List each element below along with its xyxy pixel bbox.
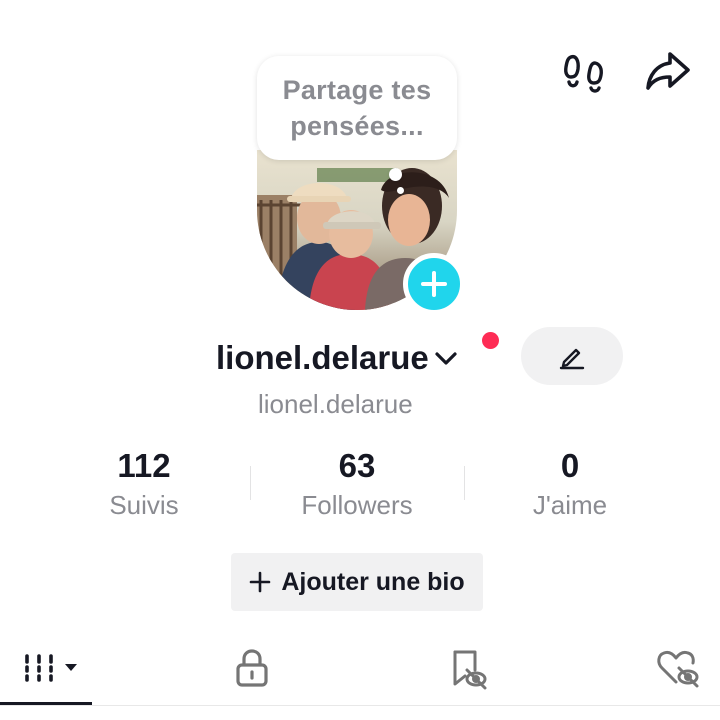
stat-followers[interactable]: 63 Followers xyxy=(267,446,447,523)
thought-bubble[interactable]: Partage tes pensées... xyxy=(257,56,457,160)
stat-likes[interactable]: 0 J'aime xyxy=(480,446,660,523)
thought-bubble-dot-small xyxy=(397,187,404,194)
notification-dot xyxy=(482,332,499,349)
chevron-down-icon xyxy=(433,345,459,371)
stat-divider xyxy=(464,466,465,500)
add-bio-label: Ajouter une bio xyxy=(281,567,465,596)
edit-profile-button[interactable] xyxy=(521,327,623,385)
footprints-button[interactable] xyxy=(558,46,610,98)
tab-saved[interactable] xyxy=(421,636,513,700)
bookmark-hidden-icon xyxy=(453,650,487,690)
share-button[interactable] xyxy=(640,44,696,100)
pencil-icon xyxy=(559,348,585,370)
followers-count: 63 xyxy=(338,447,376,484)
username: lionel.delarue xyxy=(216,339,429,376)
footprints-icon xyxy=(564,54,603,93)
plus-icon xyxy=(250,571,271,593)
add-bio-button[interactable]: Ajouter une bio xyxy=(231,553,483,611)
heart-hidden-icon xyxy=(657,650,699,688)
tab-liked[interactable] xyxy=(636,636,720,700)
plus-icon xyxy=(421,271,447,297)
following-count: 112 xyxy=(117,447,171,484)
likes-count: 0 xyxy=(560,447,580,484)
following-label: Suivis xyxy=(109,490,179,520)
followers-label: Followers xyxy=(301,490,413,520)
username-switcher[interactable]: lionel.delarue xyxy=(216,336,459,380)
thought-bubble-dot xyxy=(389,168,402,181)
stat-divider xyxy=(250,466,251,500)
tab-bar-divider xyxy=(0,705,720,706)
grid-videos-icon xyxy=(25,654,77,682)
stat-following[interactable]: 112 Suivis xyxy=(54,446,234,523)
lock-icon xyxy=(236,649,268,687)
share-arrow-icon xyxy=(646,52,690,90)
likes-label: J'aime xyxy=(532,490,608,520)
tab-videos[interactable] xyxy=(0,636,92,700)
tab-private[interactable] xyxy=(206,636,298,700)
user-handle: lionel.delarue xyxy=(258,389,413,419)
add-avatar-button[interactable] xyxy=(403,253,465,315)
